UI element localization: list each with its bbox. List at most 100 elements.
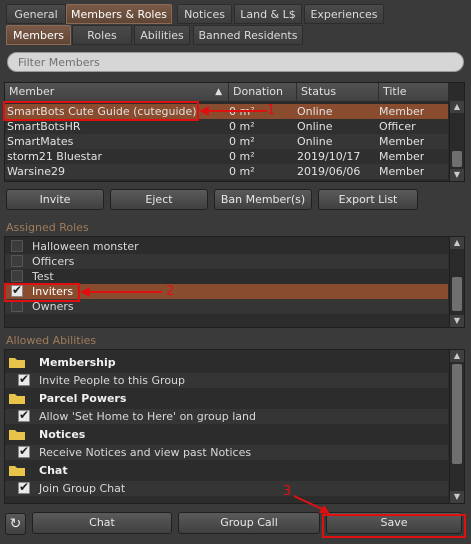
ability-checkbox[interactable] (18, 444, 30, 459)
role-item[interactable]: Officers (5, 254, 448, 269)
member-title: Officer (379, 120, 416, 133)
ability-category-label: Membership (39, 356, 116, 369)
members-scrollbar[interactable]: ▲ ▼ (449, 101, 464, 181)
member-status: Online (297, 135, 333, 148)
chat-button[interactable]: Chat (32, 512, 172, 534)
table-row[interactable]: Warsine29 0 m² 2019/06/06 Member (5, 164, 448, 179)
tab-banned-residents[interactable]: Banned Residents (193, 25, 303, 45)
assigned-roles-heading: Assigned Roles (6, 221, 89, 234)
member-donation: 0 m² (229, 135, 255, 148)
annotation-arrow-icon (80, 287, 162, 297)
allowed-abilities-heading: Allowed Abilities (6, 334, 97, 347)
member-title: Member (379, 165, 425, 178)
scrollbar-thumb[interactable] (452, 364, 462, 464)
eject-button[interactable]: Eject (110, 189, 208, 210)
annotation-number: 3 (283, 484, 292, 499)
scroll-down-icon[interactable]: ▼ (450, 169, 464, 181)
column-header-donation[interactable]: Donation (229, 83, 297, 101)
tab-experiences[interactable]: Experiences (304, 4, 384, 24)
member-title: Member (379, 150, 425, 163)
role-label: Officers (32, 255, 75, 268)
invite-button[interactable]: Invite (6, 189, 104, 210)
member-name: storm21 Bluestar (7, 150, 102, 163)
member-title: Member (379, 105, 425, 118)
role-item[interactable]: Test (5, 269, 448, 284)
ability-label: Allow 'Set Home to Here' on group land (39, 410, 256, 423)
ability-category[interactable]: Chat (5, 463, 448, 478)
tab-members-roles[interactable]: Members & Roles (66, 4, 172, 24)
scroll-up-icon[interactable]: ▲ (450, 350, 464, 362)
refresh-button[interactable]: ↻ (5, 513, 26, 535)
ability-category-label: Notices (39, 428, 86, 441)
abilities-scrollbar[interactable]: ▲ ▼ (449, 350, 464, 503)
table-row[interactable]: SmartBotsHR 0 m² Online Officer (5, 119, 448, 134)
ability-item[interactable]: Join Group Chat (5, 480, 448, 496)
member-status: 2019/10/17 (297, 150, 361, 163)
export-list-button[interactable]: Export List (318, 189, 418, 210)
ability-category[interactable]: Parcel Powers (5, 391, 448, 406)
refresh-icon: ↻ (9, 516, 22, 532)
folder-icon (9, 466, 25, 476)
ability-category-label: Parcel Powers (39, 392, 127, 405)
member-status: Online (297, 105, 333, 118)
member-status: 2019/06/06 (297, 165, 361, 178)
filter-members-input[interactable]: Filter Members (7, 52, 464, 72)
role-checkbox[interactable] (11, 240, 23, 252)
tab-general[interactable]: General (6, 4, 66, 24)
highlight-box-save (322, 514, 466, 538)
member-title: Member (379, 135, 425, 148)
ability-item[interactable]: Receive Notices and view past Notices (5, 444, 448, 460)
ability-item[interactable]: Invite People to this Group (5, 372, 448, 388)
ability-label: Join Group Chat (39, 482, 126, 495)
members-table: Member ▲ Donation Status Title SmartBots… (4, 82, 465, 182)
member-name: Warsine29 (7, 165, 65, 178)
member-status: Online (297, 120, 333, 133)
column-header-label: Member (9, 85, 55, 98)
member-donation: 0 m² (229, 120, 255, 133)
ban-members-button[interactable]: Ban Member(s) (214, 189, 312, 210)
table-row[interactable]: SmartMates 0 m² Online Member (5, 134, 448, 149)
annotation-arrow-icon (293, 495, 330, 514)
allowed-abilities-list: Membership Invite People to this Group P… (4, 349, 465, 504)
sort-arrow-icon: ▲ (215, 87, 222, 97)
ability-category[interactable]: Notices (5, 427, 448, 442)
scroll-down-icon[interactable]: ▼ (450, 491, 464, 503)
column-header-member[interactable]: Member ▲ (5, 83, 229, 101)
column-header-title[interactable]: Title (379, 83, 448, 101)
folder-icon (9, 430, 25, 440)
scrollbar-thumb[interactable] (452, 277, 462, 311)
column-header-status[interactable]: Status (297, 83, 379, 101)
assigned-roles-list: Halloween monster Officers Test Inviters… (4, 236, 465, 328)
tab-notices[interactable]: Notices (177, 4, 232, 24)
role-checkbox[interactable] (11, 255, 23, 267)
annotation-number: 2 (166, 284, 175, 299)
role-checkbox[interactable] (11, 270, 23, 282)
tab-roles[interactable]: Roles (72, 25, 132, 45)
ability-category[interactable]: Membership (5, 355, 448, 370)
highlight-box-role (4, 283, 80, 302)
role-item[interactable]: Halloween monster (5, 239, 448, 254)
scroll-down-icon[interactable]: ▼ (450, 315, 464, 327)
ability-category-label: Chat (39, 464, 68, 477)
ability-checkbox[interactable] (18, 480, 30, 495)
folder-icon (9, 394, 25, 404)
ability-label: Invite People to this Group (39, 374, 185, 387)
scrollbar-thumb[interactable] (452, 151, 462, 167)
ability-label: Receive Notices and view past Notices (39, 446, 252, 459)
member-donation: 0 m² (229, 150, 255, 163)
scroll-up-icon[interactable]: ▲ (450, 101, 464, 113)
tab-members[interactable]: Members (6, 25, 71, 45)
ability-checkbox[interactable] (18, 408, 30, 423)
highlight-box-member (3, 101, 199, 121)
folder-icon (9, 358, 25, 368)
member-name: SmartMates (7, 135, 74, 148)
annotation-arrow-icon (199, 106, 267, 116)
roles-scrollbar[interactable]: ▲ ▼ (449, 237, 464, 327)
scroll-up-icon[interactable]: ▲ (450, 237, 464, 249)
tab-land[interactable]: Land & L$ (234, 4, 302, 24)
tab-abilities[interactable]: Abilities (134, 25, 190, 45)
member-donation: 0 m² (229, 165, 255, 178)
ability-item[interactable]: Allow 'Set Home to Here' on group land (5, 408, 448, 424)
ability-checkbox[interactable] (18, 372, 30, 387)
table-row[interactable]: storm21 Bluestar 0 m² 2019/10/17 Member (5, 149, 448, 164)
